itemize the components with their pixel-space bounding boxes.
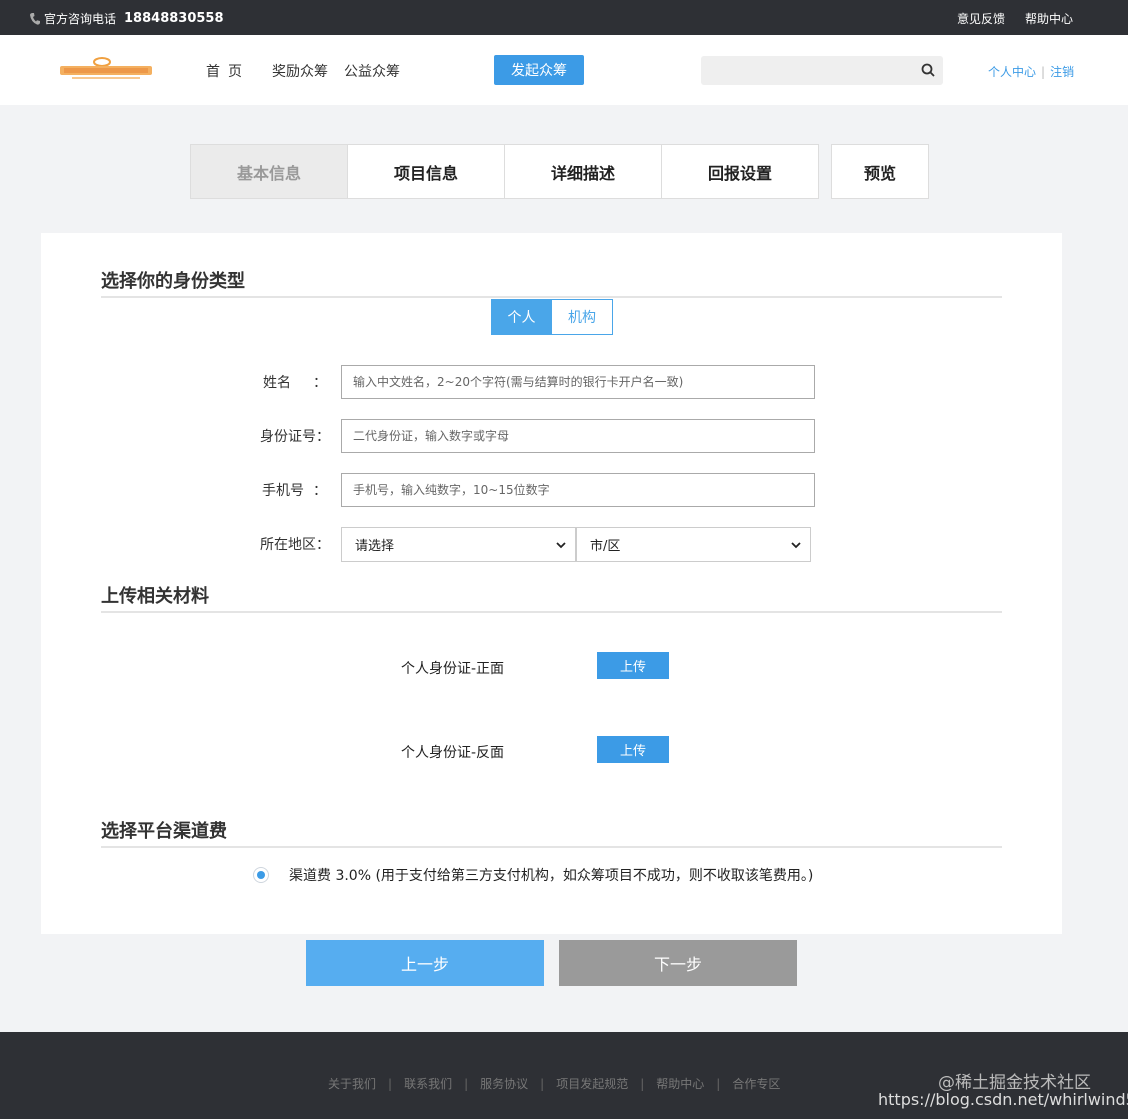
name-label: 姓名 (263, 375, 291, 391)
divider: | (640, 1076, 645, 1091)
divider: | (1041, 64, 1046, 79)
upload-section-title: 上传相关材料 (101, 586, 209, 607)
user-links: 个人中心 | 注销 (988, 63, 1074, 80)
name-colon: ： (313, 375, 327, 391)
basic-info-form: 选择你的身份类型 个人 机构 姓名 ： 身份证号： 手机号 ： 所在地区： 请选… (41, 233, 1062, 934)
upload-id-front-button[interactable]: 上传 (597, 652, 669, 679)
id-number-field[interactable] (341, 419, 815, 453)
search-box (701, 56, 943, 85)
divider: | (540, 1076, 545, 1091)
city-select-value: 市/区 (590, 539, 621, 554)
footer: 关于我们 | 联系我们 | 服务协议 | 项目发起规范 | 帮助中心 | 合作专… (0, 1032, 1128, 1119)
launch-crowdfunding-button[interactable]: 发起众筹 (494, 55, 584, 85)
divider (101, 611, 1002, 613)
phone-colon: ： (313, 483, 327, 499)
hotline-number: 18848830558 (124, 11, 224, 26)
name-field[interactable] (341, 365, 815, 399)
tab-basic-info[interactable]: 基本信息 (190, 144, 348, 199)
id-front-label: 个人身份证-正面 (401, 661, 505, 677)
tab-detail-description[interactable]: 详细描述 (505, 144, 662, 199)
logout-link[interactable]: 注销 (1050, 63, 1074, 80)
user-center-link[interactable]: 个人中心 (988, 63, 1036, 80)
top-bar: 官方咨询电话 18848830558 意见反馈 帮助中心 (0, 0, 1128, 35)
footer-links: 关于我们 | 联系我们 | 服务协议 | 项目发起规范 | 帮助中心 | 合作专… (328, 1075, 780, 1092)
phone-icon (30, 12, 40, 25)
city-select[interactable]: 市/区 (576, 527, 811, 562)
hotline-label: 官方咨询电话 (44, 12, 117, 26)
phone-label: 手机号 (262, 483, 304, 499)
help-center-link[interactable]: 帮助中心 (1025, 10, 1073, 27)
next-step-button[interactable]: 下一步 (559, 940, 797, 986)
identity-section-title: 选择你的身份类型 (101, 271, 245, 292)
channel-fee-text: 渠道费 3.0% (用于支付给第三方支付机构，如众筹项目不成功，则不收取该笔费用… (289, 868, 814, 884)
divider: | (464, 1076, 469, 1091)
divider (101, 846, 1002, 848)
chevron-down-icon (790, 539, 802, 551)
footer-link-contact[interactable]: 联系我们 (404, 1075, 452, 1092)
divider (101, 296, 1002, 298)
channel-fee-radio[interactable] (253, 867, 269, 883)
tab-project-info[interactable]: 项目信息 (348, 144, 505, 199)
province-select-value: 请选择 (355, 539, 395, 554)
nav-charity-crowdfunding[interactable]: 公益众筹 (344, 61, 400, 81)
top-links: 意见反馈 帮助中心 (957, 10, 1073, 27)
feedback-link[interactable]: 意见反馈 (957, 10, 1005, 27)
tab-preview[interactable]: 预览 (831, 144, 929, 199)
footer-link-project-rules[interactable]: 项目发起规范 (556, 1075, 628, 1092)
identity-individual-button[interactable]: 个人 (491, 299, 552, 335)
search-input[interactable] (701, 56, 911, 85)
site-logo[interactable] (58, 57, 154, 83)
header: 首页 奖励众筹 公益众筹 发起众筹 个人中心 | 注销 (0, 35, 1128, 105)
id-back-label: 个人身份证-反面 (401, 745, 505, 761)
fee-section-title: 选择平台渠道费 (101, 821, 227, 842)
footer-link-cooperation[interactable]: 合作专区 (732, 1075, 780, 1092)
footer-link-help[interactable]: 帮助中心 (656, 1075, 704, 1092)
identity-type-toggle: 个人 机构 (491, 299, 613, 335)
upload-id-back-button[interactable]: 上传 (597, 736, 669, 763)
chevron-down-icon (555, 539, 567, 551)
tab-reward-settings[interactable]: 回报设置 (662, 144, 819, 199)
main-nav: 首页 奖励众筹 公益众筹 (206, 61, 416, 81)
hotline: 官方咨询电话 18848830558 (30, 10, 224, 27)
footer-link-about[interactable]: 关于我们 (328, 1075, 376, 1092)
province-select[interactable]: 请选择 (341, 527, 576, 562)
footer-link-service-agreement[interactable]: 服务协议 (480, 1075, 528, 1092)
id-number-label: 身份证号： (260, 429, 330, 445)
divider: | (716, 1076, 721, 1091)
region-label: 所在地区： (260, 537, 330, 553)
nav-reward-crowdfunding[interactable]: 奖励众筹 (272, 61, 328, 81)
previous-step-button[interactable]: 上一步 (306, 940, 544, 986)
step-tabs: 基本信息 项目信息 详细描述 回报设置 (190, 144, 819, 199)
search-icon[interactable] (921, 63, 935, 77)
nav-home[interactable]: 首页 (206, 61, 250, 81)
identity-organization-button[interactable]: 机构 (552, 299, 613, 335)
watermark-url: https://blog.csdn.net/whirlwind526 (878, 1090, 1128, 1109)
divider: | (388, 1076, 393, 1091)
phone-field[interactable] (341, 473, 815, 507)
